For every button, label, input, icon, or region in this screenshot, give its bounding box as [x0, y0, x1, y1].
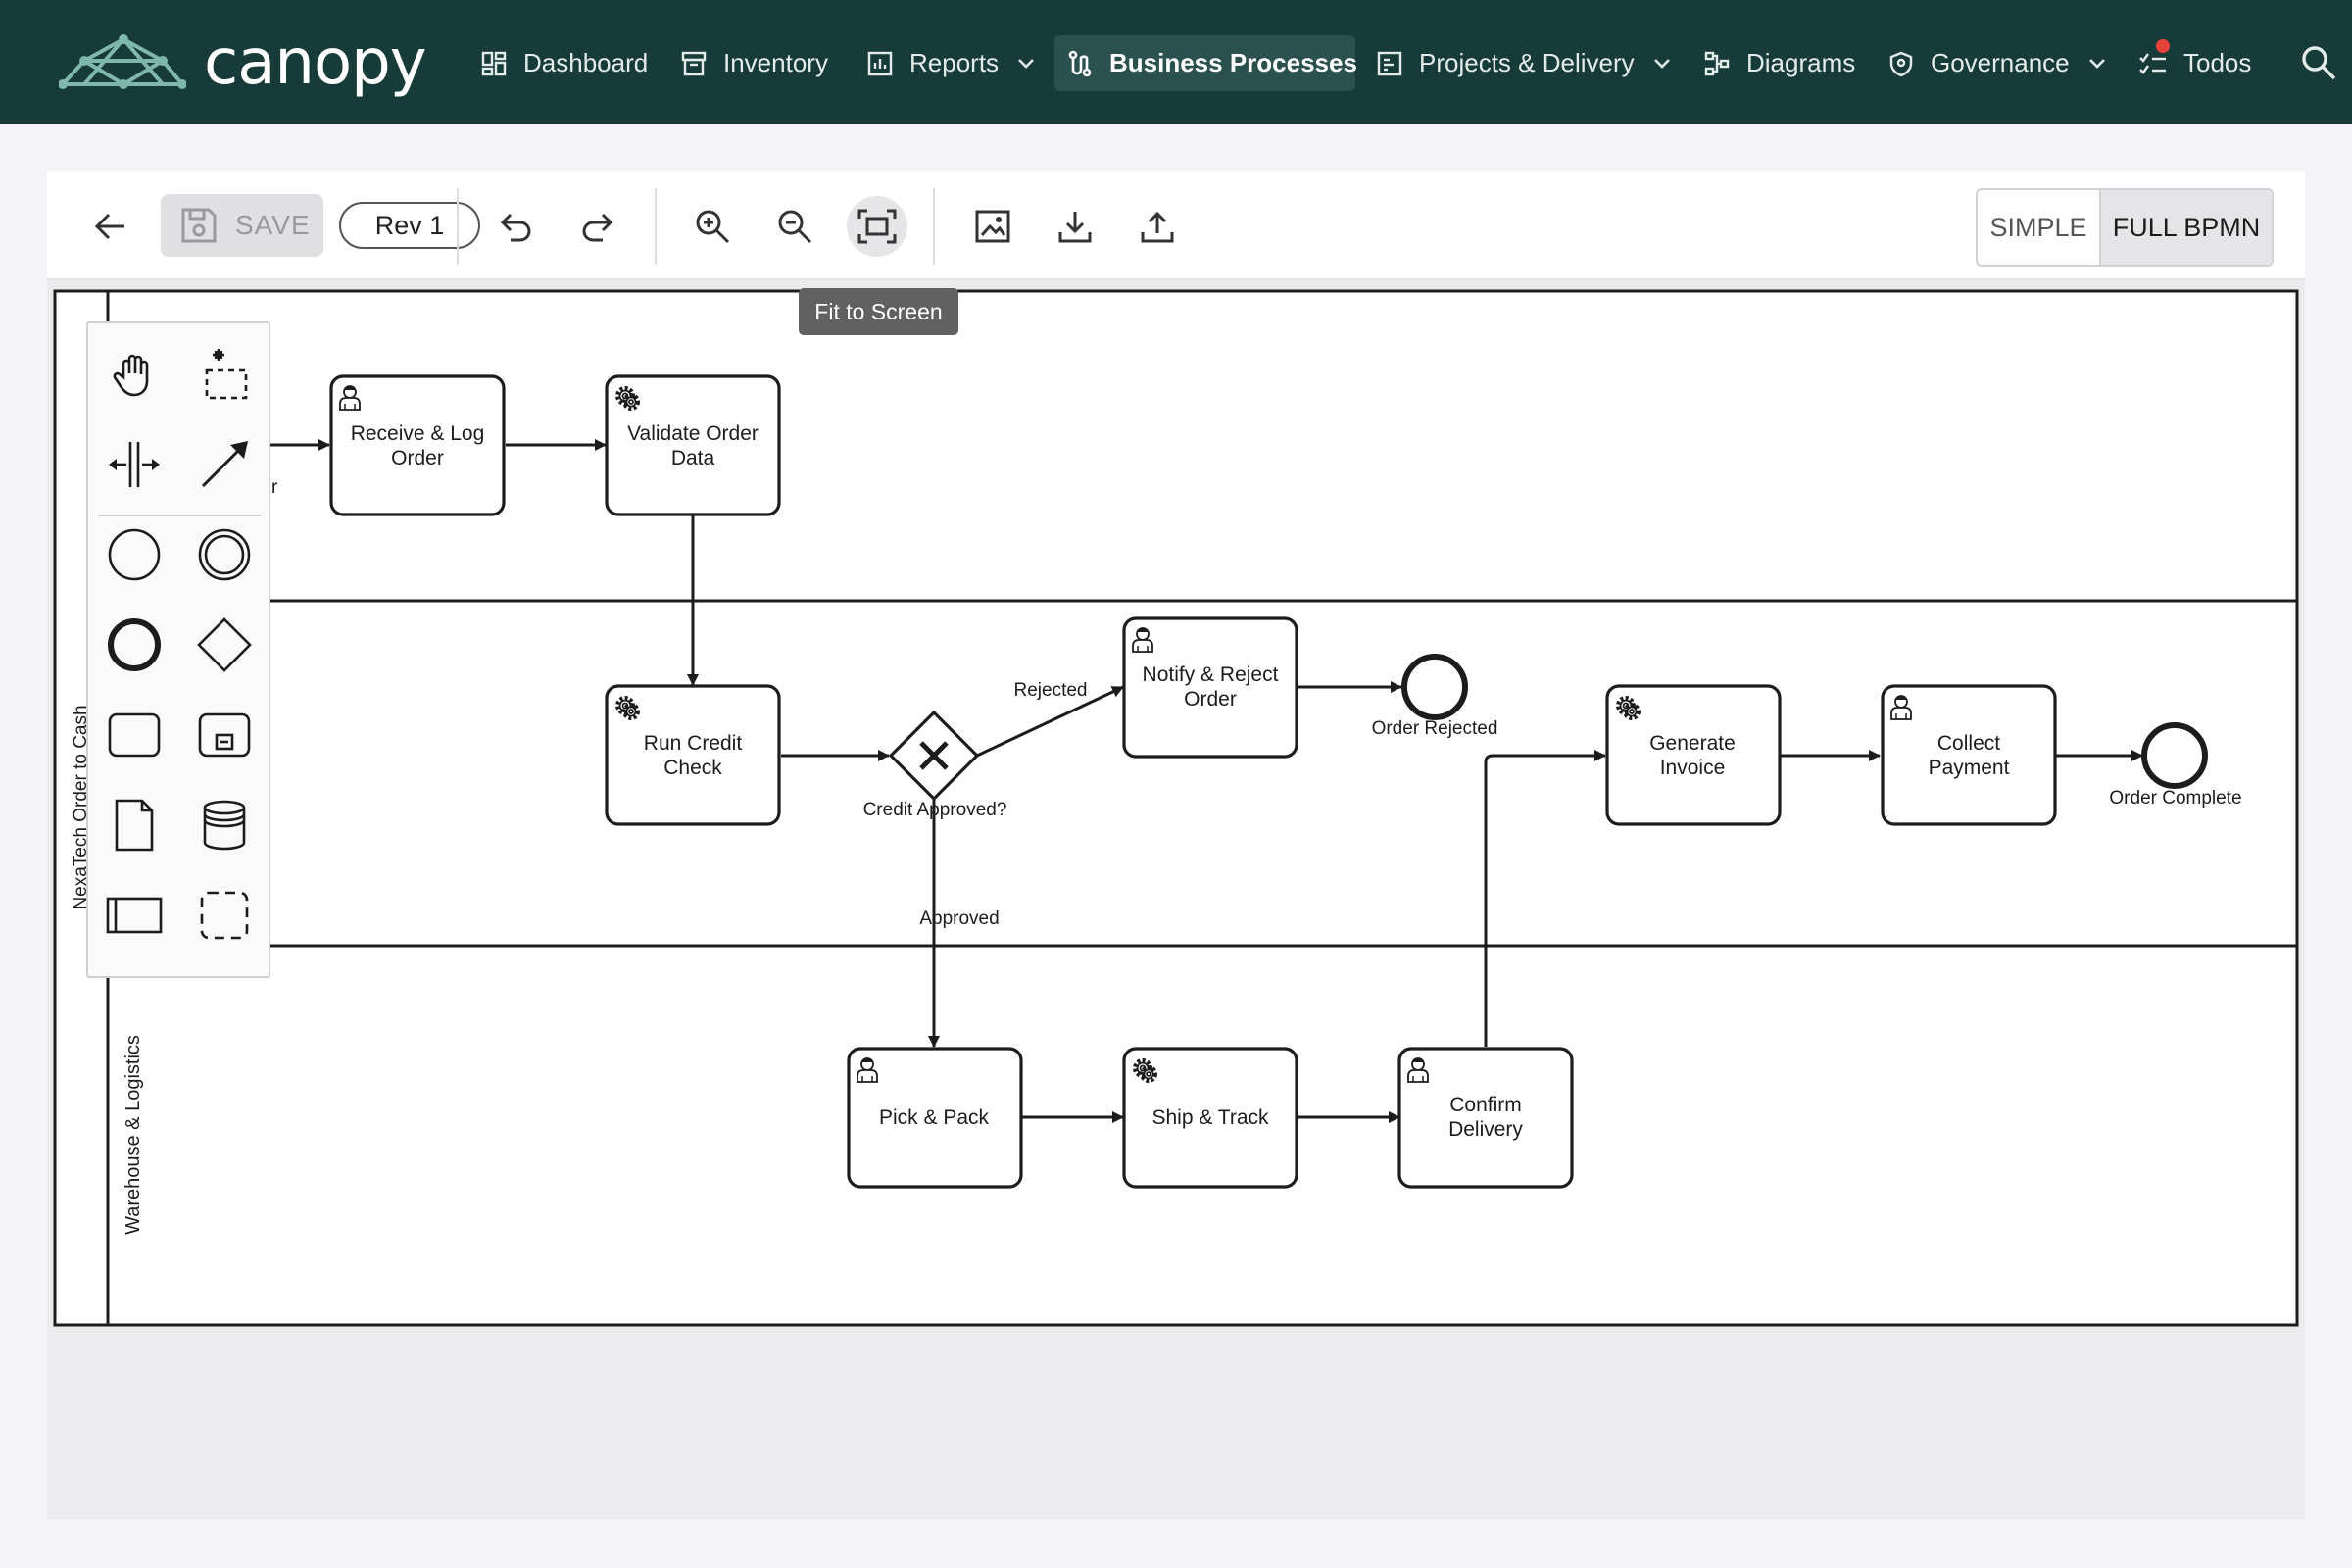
data-store-icon [203, 800, 246, 851]
gateway-icon [197, 617, 252, 672]
end-event-order-complete[interactable] [2141, 722, 2208, 789]
task-label: Pick & Pack [879, 1106, 990, 1129]
pool-tool[interactable] [99, 880, 170, 951]
gateway-tool[interactable] [189, 610, 260, 680]
end-event-tool[interactable] [99, 610, 170, 680]
task-validate-order-data[interactable]: Validate Order Data [605, 374, 781, 516]
task-receive-log-order[interactable]: Receive & Log Order [329, 374, 506, 516]
end-rejected-label: Order Rejected [1372, 718, 1498, 739]
task-pick-pack[interactable]: Pick & Pack [847, 1047, 1023, 1189]
task-tool[interactable] [99, 700, 170, 770]
task-generate-invoice[interactable]: Generate Invoice [1605, 684, 1782, 826]
lasso-tool[interactable] [189, 339, 260, 410]
task-notify-reject-order[interactable]: Notify & Reject Order [1122, 616, 1298, 759]
fit-to-screen-tooltip: Fit to Screen [799, 288, 958, 335]
start-event-tool[interactable] [99, 519, 170, 590]
bpmn-canvas[interactable]: NexaTech Order to Cash Warehouse & Logis… [0, 0, 2352, 1568]
task-icon [108, 712, 161, 758]
task-run-credit-check[interactable]: Run Credit Check [605, 684, 781, 826]
flow-rejected-label: Rejected [1014, 680, 1088, 701]
lasso-select-icon [205, 349, 248, 400]
intermediate-event-icon [198, 528, 251, 581]
bpmn-palette [86, 321, 270, 978]
group-tool[interactable] [189, 880, 260, 951]
task-label: Ship & Track [1152, 1106, 1269, 1129]
task-collect-payment[interactable]: Collect Payment [1881, 684, 2057, 826]
lane-warehouse-logistics-label[interactable]: Warehouse & Logistics [122, 1035, 144, 1235]
subprocess-icon [198, 712, 251, 758]
connect-arrow-icon [201, 441, 248, 488]
data-store-tool[interactable] [189, 790, 260, 860]
subprocess-tool[interactable] [189, 700, 260, 770]
end-event-icon [108, 618, 161, 671]
group-icon [200, 891, 249, 940]
pool-participant-icon [106, 897, 163, 934]
space-tool-icon [109, 442, 160, 487]
palette-divider [98, 514, 261, 516]
start-event-icon [108, 528, 161, 581]
gateway-label: Credit Approved? [863, 800, 1007, 820]
start-event-partial-label: r [271, 477, 278, 498]
intermediate-event-tool[interactable] [189, 519, 260, 590]
end-complete-label: Order Complete [2109, 788, 2241, 808]
connect-tool[interactable] [189, 429, 260, 500]
hand-tool[interactable] [99, 339, 170, 410]
hand-tool-icon [113, 354, 149, 397]
data-object-tool[interactable] [99, 790, 170, 860]
task-confirm-delivery[interactable]: Confirm Delivery [1397, 1047, 1574, 1189]
task-ship-track[interactable]: Ship & Track [1122, 1047, 1298, 1189]
end-event-order-rejected[interactable] [1401, 654, 1468, 720]
data-object-icon [115, 799, 154, 852]
flow-approved-label: Approved [919, 908, 999, 929]
space-tool[interactable] [99, 429, 170, 500]
